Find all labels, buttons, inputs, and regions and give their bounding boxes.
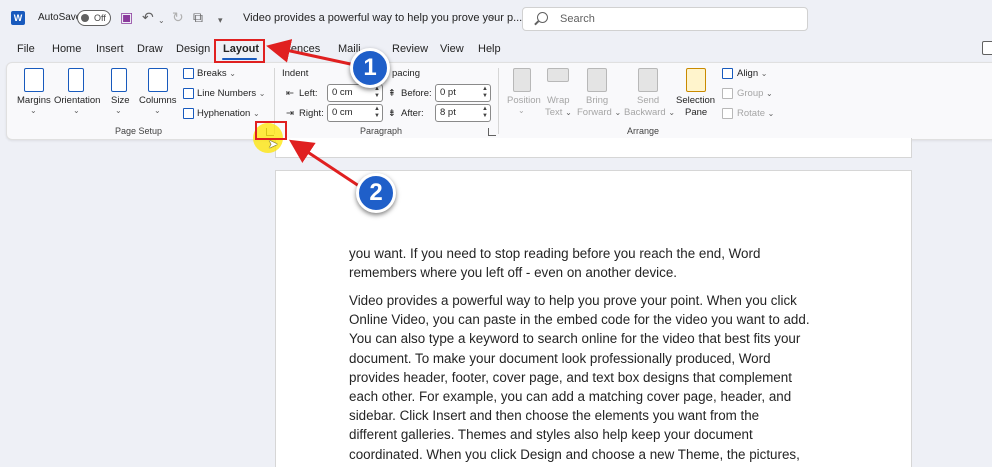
arrow-to-layout-tab [266,39,356,67]
arrow-to-launcher [288,139,363,190]
step-1-badge: 1 [350,48,390,88]
step-2-badge: 2 [356,173,396,213]
annotation-arrows [266,39,363,190]
